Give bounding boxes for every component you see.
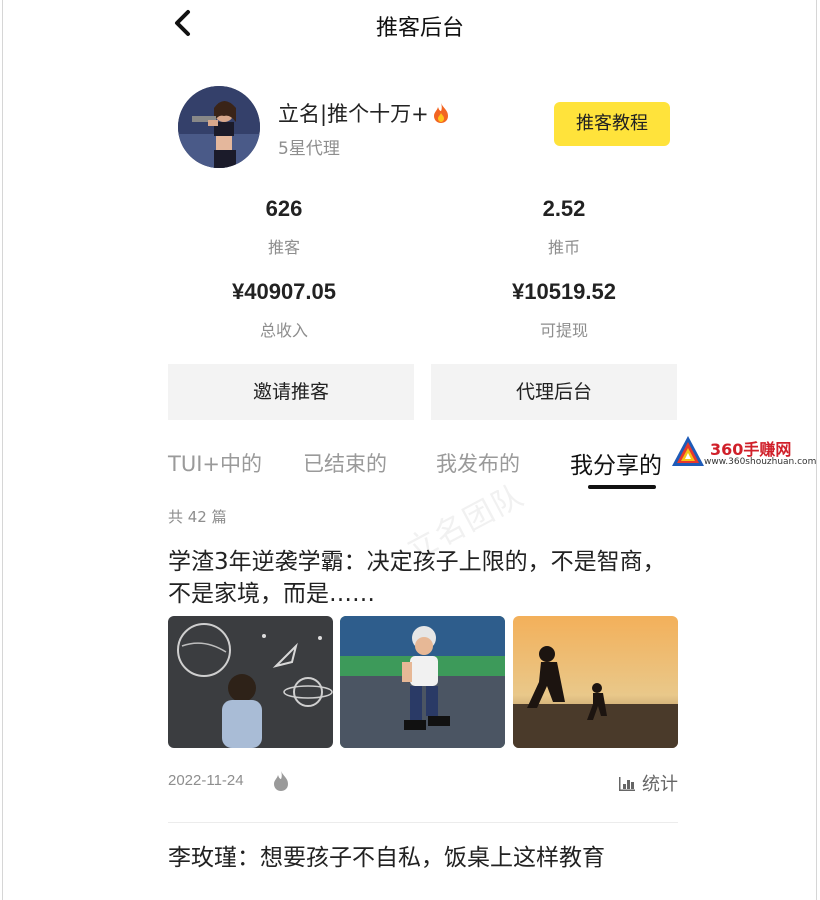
article-title[interactable]: 李玫瑾：想要孩子不自私，饭桌上这样教育 xyxy=(168,842,668,874)
stat-label: 可提现 xyxy=(539,321,588,340)
article-title[interactable]: 学渣3年逆袭学霸：决定孩子上限的，不是智商，不是家境，而是…… xyxy=(168,546,668,610)
invite-promoter-button[interactable]: 邀请推客 xyxy=(168,364,414,420)
watermark-url: www.360shouzhuan.com xyxy=(704,457,817,467)
watermark-logo: 360手赚网 www.360shouzhuan.com xyxy=(668,432,818,472)
stat-total-income[interactable]: ¥40907.05 总收入 xyxy=(164,279,404,341)
profile-name: 立名|推个十万+ xyxy=(278,98,451,128)
agent-backend-button[interactable]: 代理后台 xyxy=(431,364,677,420)
agent-level: 5星代理 xyxy=(278,139,340,159)
stat-label: 推币 xyxy=(547,238,580,257)
stat-value: ¥40907.05 xyxy=(232,279,336,304)
top-bar: 推客后台 xyxy=(150,0,690,50)
stat-label: 总收入 xyxy=(259,321,308,340)
article-meta: 2022-11-24 统计 xyxy=(168,768,678,798)
bar-chart-icon xyxy=(619,777,635,791)
tab-shared[interactable]: 我分享的 xyxy=(570,446,662,480)
thumbnail-boy-chalkboard xyxy=(168,616,333,748)
triangle-logo-icon xyxy=(672,436,704,466)
thumbnail-boy-skating xyxy=(340,616,505,748)
thumbnail-beach-silhouette xyxy=(513,616,678,748)
stat-value: 626 xyxy=(265,196,303,221)
stats-link[interactable]: 统计 xyxy=(618,770,678,796)
stat-value: ¥10519.52 xyxy=(512,279,616,304)
article-date: 2022-11-24 xyxy=(168,772,244,789)
article-count: 共 42 篇 xyxy=(168,508,227,526)
stat-value: 2.52 xyxy=(542,196,586,221)
stats-grid: 626 推客 2.52 推币 ¥40907.05 总收入 ¥10519.52 可… xyxy=(168,190,678,350)
page-title: 推客后台 xyxy=(375,16,464,41)
flame-icon[interactable] xyxy=(272,770,290,792)
avatar[interactable] xyxy=(178,86,260,168)
fire-emoji-icon xyxy=(433,103,448,123)
tab-in-progress[interactable]: TUI+中的 xyxy=(168,448,262,478)
article-thumbnails[interactable] xyxy=(168,616,678,748)
stat-label: 推客 xyxy=(267,238,300,257)
tab-ended[interactable]: 已结束的 xyxy=(303,448,387,478)
tutorial-button[interactable]: 推客教程 xyxy=(554,102,670,146)
stats-label: 统计 xyxy=(642,774,678,795)
stat-coins[interactable]: 2.52 推币 xyxy=(444,196,684,258)
stat-withdrawable[interactable]: ¥10519.52 可提现 xyxy=(444,279,684,341)
article-divider xyxy=(168,822,678,823)
tab-bar: TUI+中的 已结束的 我发布的 我分享的 xyxy=(168,448,688,494)
active-tab-indicator xyxy=(588,485,656,489)
profile-section: 立名|推个十万+ 5星代理 推客教程 xyxy=(178,86,678,176)
left-edge-line xyxy=(2,0,3,900)
stat-promoters[interactable]: 626 推客 xyxy=(164,196,404,258)
